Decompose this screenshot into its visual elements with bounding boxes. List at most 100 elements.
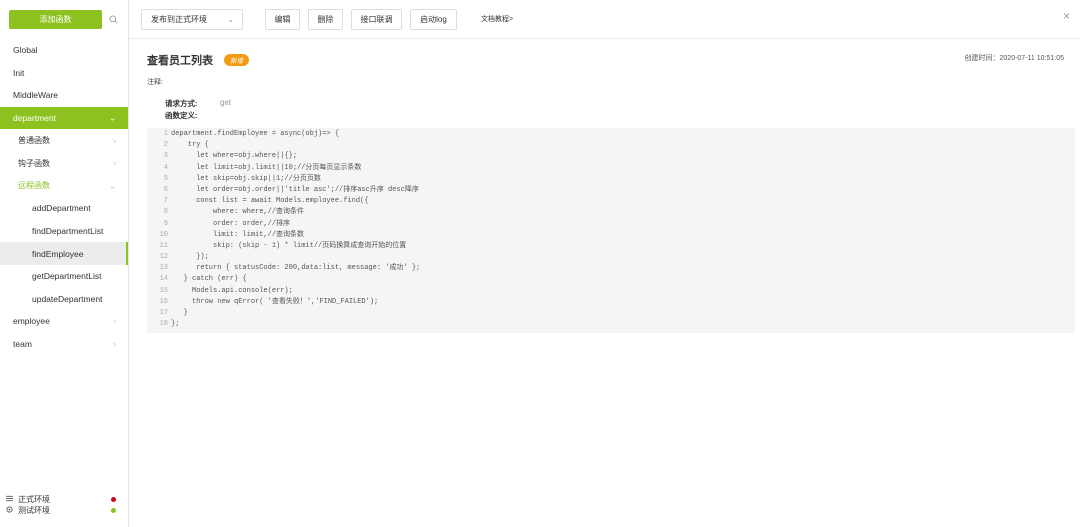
edit-button[interactable]: 编辑 <box>265 9 300 30</box>
line-number: 17 <box>159 309 168 317</box>
sidebar-item-init[interactable]: Init <box>0 62 128 85</box>
chevron-right-icon: › <box>113 339 116 349</box>
publish-env-select-value: 发布到正式环境 <box>151 15 207 24</box>
code-text: } <box>171 309 188 317</box>
sidebar-item-update-department[interactable]: updateDepartment <box>0 288 128 311</box>
env-prod-label: 正式环境 <box>18 495 50 504</box>
line-number: 4 <box>163 163 168 172</box>
chevron-right-icon: › <box>113 136 116 146</box>
sidebar-item-label: Global <box>13 45 38 56</box>
line-number: 16 <box>159 297 168 306</box>
env-prod[interactable]: 正式环境 <box>6 494 116 505</box>
code-text: try { <box>171 141 209 150</box>
sidebar-item-label: addDepartment <box>32 203 91 214</box>
code-text: let skip=obj.skip||1;//分页页数 <box>171 174 321 183</box>
line-number: 1 <box>163 130 168 138</box>
sidebar-item-team[interactable]: team › <box>0 333 128 356</box>
line-number: 12 <box>159 253 168 262</box>
code-text: const list = await Models.employee.find(… <box>171 197 369 206</box>
sidebar-item-normal-functions[interactable]: 普通函数 › <box>0 129 128 152</box>
sidebar-item-add-department[interactable]: addDepartment <box>0 197 128 220</box>
doc-tutorial-link[interactable]: 文档教程> <box>481 14 513 24</box>
code-line: 5 let skip=obj.skip||1;//分页页数 <box>147 174 1075 185</box>
toolbar: 发布到正式环境 ⌄ 编辑 删除 接口联调 启动log 文档教程> × <box>129 0 1080 39</box>
add-function-button[interactable]: 添加函数 <box>9 10 102 29</box>
sidebar-nav: Global Init MiddleWare department ⌄ 普通函数 ›… <box>0 39 128 355</box>
code-text: }; <box>171 320 180 329</box>
sidebar-item-remote-functions[interactable]: 远程函数 ⌄ <box>0 175 128 198</box>
sidebar-item-label: 普通函数 <box>18 136 50 146</box>
search-icon[interactable] <box>108 15 118 25</box>
sidebar-item-find-employee[interactable]: findEmployee <box>0 242 128 265</box>
line-number: 13 <box>159 264 168 273</box>
publish-env-select[interactable]: 发布到正式环境 ⌄ <box>141 9 243 30</box>
code-line: 6 let order=obj.order||'title asc';//排序a… <box>147 185 1075 196</box>
chevron-right-icon: › <box>113 316 116 326</box>
start-log-button[interactable]: 启动log <box>410 9 457 30</box>
line-number: 9 <box>163 219 168 228</box>
code-text: let where=obj.where||{}; <box>171 152 298 161</box>
code-line: 16 throw new qError( '查看失败！','FIND_FAILE… <box>147 297 1075 308</box>
sidebar-header: 添加函数 <box>0 0 128 39</box>
line-number: 6 <box>163 185 168 194</box>
code-line: 15 Models.api.console(err); <box>147 286 1075 297</box>
close-icon[interactable]: × <box>1063 9 1070 23</box>
sidebar: 添加函数 Global Init MiddleWare department ⌄ … <box>0 0 129 527</box>
sidebar-item-global[interactable]: Global <box>0 39 128 62</box>
line-number: 10 <box>159 230 168 239</box>
code-editor[interactable]: 1 department.findEmployee = async(obj)=> … <box>147 128 1075 333</box>
code-line: 8 where: where,//查询条件 <box>147 207 1075 218</box>
line-number: 8 <box>163 208 168 217</box>
sidebar-item-find-department-list[interactable]: findDepartmentList <box>0 220 128 243</box>
sidebar-item-employee[interactable]: employee › <box>0 310 128 333</box>
method-value: get <box>220 98 232 107</box>
settings-icon <box>6 506 13 515</box>
code-text: return { statusCode: 200,data:list, mess… <box>171 264 421 273</box>
sidebar-item-label: team <box>13 339 32 350</box>
function-detail-panel: 查看员工列表 新增 创建时间：2020-07-11 10:51:05 注释: 请… <box>129 39 1080 527</box>
line-number: 5 <box>163 174 168 183</box>
sidebar-item-label: updateDepartment <box>32 293 103 304</box>
code-line: 10 limit: limit,//查询条数 <box>147 230 1075 241</box>
chevron-down-icon: ⌄ <box>109 181 116 191</box>
code-text: where: where,//查询条件 <box>171 208 305 217</box>
sidebar-item-label: 远程函数 <box>18 181 50 191</box>
code-line: 13 return { statusCode: 200,data:list, m… <box>147 263 1075 274</box>
sidebar-item-label: employee <box>13 316 50 327</box>
delete-button[interactable]: 删除 <box>308 9 343 30</box>
line-number: 7 <box>163 197 168 206</box>
sidebar-item-label: department <box>13 113 56 124</box>
line-number: 14 <box>159 275 168 284</box>
code-line: 9 order: order,//排序 <box>147 219 1075 230</box>
code-line: 7 const list = await Models.employee.fin… <box>147 196 1075 207</box>
env-prod-status-dot <box>111 497 116 502</box>
env-test[interactable]: 测试环境 <box>6 505 116 516</box>
code-line: 3 let where=obj.where||{}; <box>147 151 1075 162</box>
sidebar-item-get-department-list[interactable]: getDepartmentList <box>0 265 128 288</box>
chevron-down-icon: ⌄ <box>109 113 116 123</box>
code-line: 14 } catch (err) { <box>147 274 1075 285</box>
code-text: Models.api.console(err); <box>171 286 293 295</box>
definition-label: 函数定义: <box>165 111 198 120</box>
sidebar-item-label: getDepartmentList <box>32 271 102 282</box>
sidebar-item-label: findEmployee <box>32 248 84 259</box>
sidebar-item-label: 钩子函数 <box>18 158 50 168</box>
line-number: 11 <box>159 241 168 250</box>
line-number: 18 <box>159 320 168 329</box>
sidebar-item-hook-functions[interactable]: 钩子函数 › <box>0 152 128 175</box>
sidebar-item-middleware[interactable]: MiddleWare <box>0 84 128 107</box>
code-text: skip: (skip - 1) * limit//页码换算成查询开始的位置 <box>171 241 407 250</box>
env-test-label: 测试环境 <box>18 506 50 515</box>
line-number: 15 <box>159 286 168 295</box>
menu-icon <box>6 495 13 504</box>
debug-button[interactable]: 接口联调 <box>351 9 402 30</box>
code-text: order: order,//排序 <box>171 219 291 228</box>
chevron-down-icon: ⌄ <box>227 15 234 24</box>
sidebar-item-department[interactable]: department ⌄ <box>0 106 128 130</box>
method-label: 请求方式: <box>165 99 198 108</box>
line-number: 2 <box>163 141 168 150</box>
env-test-status-dot <box>111 508 116 513</box>
code-text: let order=obj.order||'title asc';//排序asc… <box>171 185 419 194</box>
code-line: 12 }); <box>147 252 1075 263</box>
code-text: throw new qError( '查看失败！','FIND_FAILED')… <box>171 297 379 306</box>
